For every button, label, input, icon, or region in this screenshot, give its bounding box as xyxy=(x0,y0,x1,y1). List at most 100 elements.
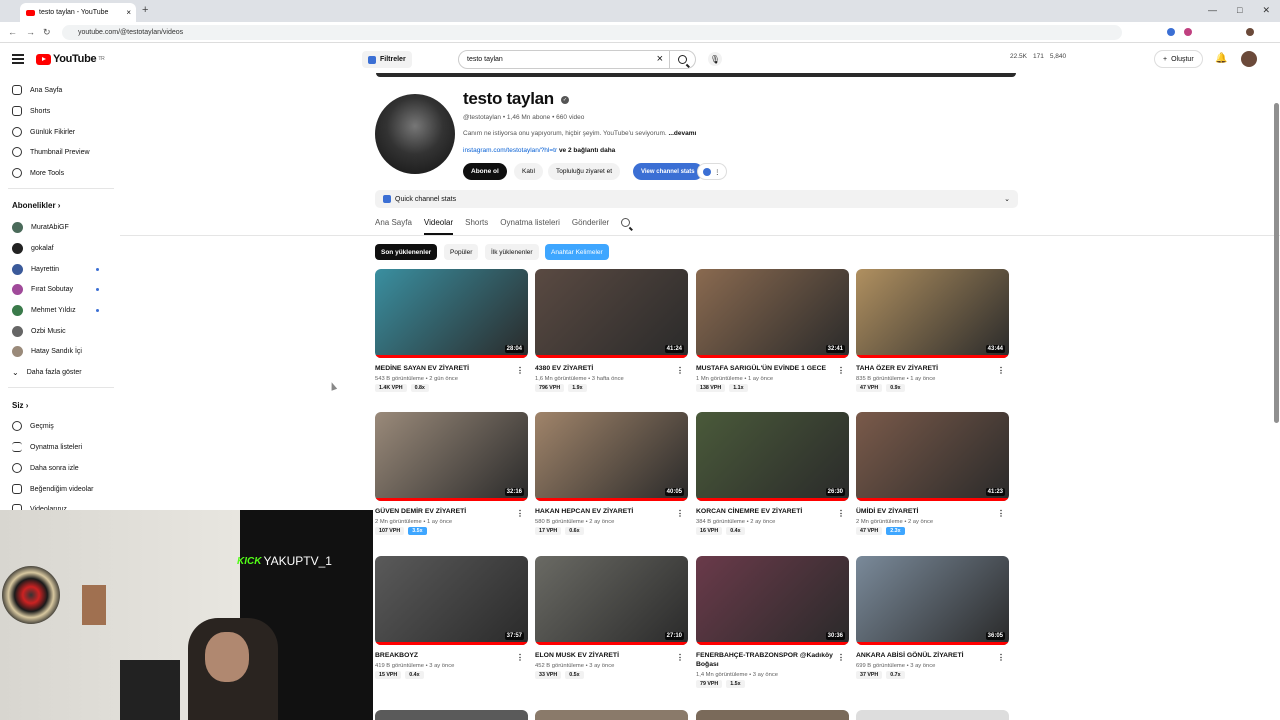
video-card[interactable]: 40:05 HAKAN HEPCAN EV ZİYARETİ ⋮ 580 B görü… xyxy=(535,412,688,535)
account-avatar[interactable] xyxy=(1241,51,1257,67)
close-window-icon[interactable]: ✕ xyxy=(1262,5,1270,16)
video-thumbnail[interactable] xyxy=(696,710,849,720)
minimize-icon[interactable]: — xyxy=(1208,5,1217,16)
video-thumbnail[interactable]: 26:30 xyxy=(696,412,849,501)
menu-icon[interactable] xyxy=(12,54,24,64)
show-more-button[interactable]: ⌄ Daha fazla göster xyxy=(12,365,82,379)
browser-tab[interactable]: testo taylan - YouTube × xyxy=(20,3,136,22)
video-title[interactable]: FENERBAHÇE-TRABZONSPOR @Kadıköy Boğası xyxy=(696,651,849,669)
extension-icon[interactable] xyxy=(1184,28,1192,36)
extension-icon[interactable] xyxy=(1167,28,1175,36)
channel-search-icon[interactable] xyxy=(621,218,631,235)
clear-search-icon[interactable]: × xyxy=(657,53,663,65)
more-options-icon[interactable]: ⋮ xyxy=(997,366,1005,375)
chip-oldest[interactable]: İlk yüklenenler xyxy=(485,244,539,260)
video-card[interactable]: 41:23 ÜMİDİ EV ZİYARETİ ⋮ 2 Mn görüntüleme … xyxy=(856,412,1009,535)
more-options-icon[interactable]: ⋮ xyxy=(516,653,524,662)
video-thumbnail[interactable] xyxy=(535,710,688,720)
visit-community-button[interactable]: Topluluğu ziyaret et xyxy=(548,163,621,180)
scrollbar[interactable] xyxy=(1274,103,1279,423)
sidebar-item-home[interactable]: Ana Sayfa xyxy=(12,83,62,97)
video-thumbnail[interactable]: 37:57 xyxy=(375,556,528,645)
tab-posts[interactable]: Gönderiler xyxy=(572,218,609,235)
sidebar-sub[interactable]: Hatay Sandık İçi xyxy=(12,344,82,358)
video-title[interactable]: MUSTAFA SARIGÜL'ÜN EVİNDE 1 GECE xyxy=(696,364,849,373)
maximize-icon[interactable]: □ xyxy=(1237,5,1242,16)
url-input[interactable]: youtube.com/@testotaylan/videos xyxy=(62,25,1122,40)
video-title[interactable]: 4380 EV ZİYARETİ xyxy=(535,364,688,373)
more-options-icon[interactable]: ⋮ xyxy=(676,366,684,375)
channel-link[interactable]: instagram.com/testotaylan/?hl=tr ve 2 ba… xyxy=(463,147,615,154)
sidebar-sub[interactable]: Fırat Sobutay xyxy=(12,282,73,296)
video-title[interactable]: HAKAN HEPCAN EV ZİYARETİ xyxy=(535,507,688,516)
notifications-icon[interactable]: 🔔 xyxy=(1215,53,1227,64)
video-thumbnail[interactable]: 40:05 xyxy=(535,412,688,501)
more-options-icon[interactable]: ⋮ xyxy=(997,509,1005,518)
video-title[interactable]: GÜVEN DEMİR EV ZİYARETİ xyxy=(375,507,528,516)
subscribe-button[interactable]: Abone ol xyxy=(463,163,507,180)
more-options-icon[interactable]: ⋮ xyxy=(676,509,684,518)
video-thumbnail[interactable]: 27:10 xyxy=(535,556,688,645)
video-title[interactable]: ELON MUSK EV ZİYARETİ xyxy=(535,651,688,660)
sidebar-item-watch-later[interactable]: Daha sonra izle xyxy=(12,461,79,475)
sidebar-item-thumbnail-preview[interactable]: Thumbnail Preview xyxy=(12,145,90,159)
more-options-icon[interactable]: ⋮ xyxy=(837,509,845,518)
new-tab-icon[interactable]: + xyxy=(142,4,148,16)
video-thumbnail[interactable]: 32:41 xyxy=(696,269,849,358)
video-card[interactable]: 26:30 KORCAN CİNEMRE EV ZİYARETİ ⋮ 384 B gö… xyxy=(696,412,849,535)
search-button[interactable] xyxy=(670,50,696,69)
video-title[interactable]: MEDİNE SAYAN EV ZİYARETİ xyxy=(375,364,528,373)
forward-icon[interactable]: → xyxy=(26,27,35,37)
sidebar-sub[interactable]: Ozbi Music xyxy=(12,324,66,338)
video-card[interactable]: 37:57 BREAKBOYZ ⋮ 419 B görüntüleme • 3 ay … xyxy=(375,556,528,679)
video-card[interactable]: 43:44 TAHA ÖZER EV ZİYARETİ ⋮ 835 B görüntü… xyxy=(856,269,1009,392)
you-heading[interactable]: Siz › xyxy=(12,401,28,410)
video-card[interactable]: 32:41 MUSTAFA SARIGÜL'ÜN EVİNDE 1 GECE ⋮ 1 … xyxy=(696,269,849,392)
more-options-icon[interactable]: ⋮ xyxy=(516,509,524,518)
video-thumbnail[interactable]: 41:24 xyxy=(535,269,688,358)
sidebar-sub[interactable]: MuratAbiGF xyxy=(12,220,69,234)
sidebar-sub[interactable]: gokalaf xyxy=(12,241,54,255)
youtube-logo[interactable]: YouTube TR xyxy=(36,53,105,65)
more-options-icon[interactable]: ⋮ xyxy=(837,653,845,662)
quick-channel-stats[interactable]: Quick channel stats ⌄ xyxy=(375,190,1018,208)
more-options-icon[interactable]: ⋮ xyxy=(516,366,524,375)
chip-popular[interactable]: Popüler xyxy=(444,244,479,260)
create-button[interactable]: + Oluştur xyxy=(1154,50,1203,68)
reload-icon[interactable]: ↻ xyxy=(43,27,51,38)
close-tab-icon[interactable]: × xyxy=(126,8,131,17)
video-thumbnail[interactable]: 32:16 xyxy=(375,412,528,501)
video-thumbnail[interactable]: 41:23 xyxy=(856,412,1009,501)
channel-description[interactable]: Canım ne istiyorsa onu yapıyorum, hiçbir… xyxy=(463,130,696,137)
sidebar-sub[interactable]: Hayrettin xyxy=(12,262,59,276)
video-card[interactable]: 27:10 ELON MUSK EV ZİYARETİ ⋮ 452 B görüntü… xyxy=(535,556,688,679)
filters-button[interactable]: Filtreler xyxy=(362,51,412,68)
view-channel-stats-button[interactable]: View channel stats xyxy=(633,163,703,180)
video-card[interactable]: 30:36 FENERBAHÇE-TRABZONSPOR @Kadıköy Boğ… xyxy=(696,556,849,688)
video-thumbnail[interactable]: 30:36 xyxy=(696,556,849,645)
subscriptions-heading[interactable]: Abonelikler › xyxy=(12,201,60,210)
video-title[interactable]: TAHA ÖZER EV ZİYARETİ xyxy=(856,364,1009,373)
video-thumbnail[interactable] xyxy=(375,710,528,720)
video-card[interactable]: 32:16 GÜVEN DEMİR EV ZİYARETİ ⋮ 2 Mn görünt… xyxy=(375,412,528,535)
chip-keywords[interactable]: Anahtar Kelimeler xyxy=(545,244,609,260)
tab-shorts[interactable]: Shorts xyxy=(465,218,488,235)
more-options-icon[interactable]: ⋮ xyxy=(837,366,845,375)
more-options-icon[interactable]: ⋮ xyxy=(676,653,684,662)
tab-playlists[interactable]: Oynatma listeleri xyxy=(500,218,560,235)
video-title[interactable]: ÜMİDİ EV ZİYARETİ xyxy=(856,507,1009,516)
sidebar-sub[interactable]: Mehmet Yıldız xyxy=(12,303,76,317)
video-title[interactable]: BREAKBOYZ xyxy=(375,651,528,660)
tab-videos[interactable]: Videolar xyxy=(423,218,454,235)
chip-latest[interactable]: Son yüklenenler xyxy=(375,244,438,260)
sidebar-item-shorts[interactable]: Shorts xyxy=(12,104,50,118)
sidebar-item-history[interactable]: Geçmiş xyxy=(12,419,54,433)
channel-avatar[interactable] xyxy=(375,94,455,174)
video-thumbnail[interactable]: 28:04 xyxy=(375,269,528,358)
tab-home[interactable]: Ana Sayfa xyxy=(375,218,412,235)
search-input[interactable]: testo taylan × xyxy=(458,50,670,69)
video-title[interactable]: KORCAN CİNEMRE EV ZİYARETİ xyxy=(696,507,849,516)
video-thumbnail[interactable]: 36:05 xyxy=(856,556,1009,645)
more-options-icon[interactable]: ⋮ xyxy=(997,653,1005,662)
video-card[interactable]: 41:24 4380 EV ZİYARETİ ⋮ 1,6 Mn görüntüleme… xyxy=(535,269,688,392)
